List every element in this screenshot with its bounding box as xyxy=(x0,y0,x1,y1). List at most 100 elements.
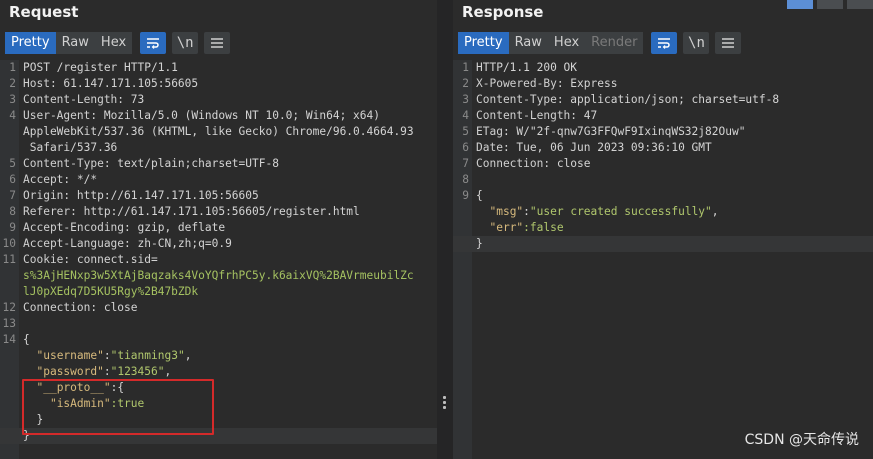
code-token: : 61.147.171.105:56605 xyxy=(49,77,199,90)
watermark: CSDN @天命传说 xyxy=(744,432,859,448)
line-number xyxy=(0,428,19,444)
code-token: Accept xyxy=(23,173,64,186)
code-line[interactable]: 8 xyxy=(453,172,873,188)
line-number xyxy=(0,348,19,364)
code-line[interactable]: AppleWebKit/537.36 (KHTML, like Gecko) C… xyxy=(0,124,437,140)
code-line[interactable]: 13 xyxy=(0,316,437,332)
line-number xyxy=(0,364,19,380)
code-line[interactable]: 3 Content-Length: 73 xyxy=(0,92,437,108)
code-token: : W/"2f-qnw7G3FFQwF9IxinqWS32j82Ouw" xyxy=(502,125,746,138)
response-title: Response xyxy=(462,3,544,21)
code-token: , xyxy=(184,349,192,362)
line-number: 4 xyxy=(9,109,16,122)
code-token: { xyxy=(23,333,30,346)
code-token: , xyxy=(164,365,172,378)
request-tab-raw[interactable]: Raw xyxy=(55,32,95,54)
code-token: "username" xyxy=(36,349,104,362)
line-number xyxy=(453,220,472,236)
code-line[interactable]: 4 Content-Length: 47 xyxy=(453,108,873,124)
line-content: ETag: W/"2f-qnw7G3FFQwF9IxinqWS32j82Ouw" xyxy=(472,124,745,140)
line-number: 8 xyxy=(462,173,469,186)
code-token: POST /register HTTP/1.1 xyxy=(23,61,178,74)
code-line[interactable]: 3 Content-Type: application/json; charset… xyxy=(453,92,873,108)
line-content: Safari/537.36 xyxy=(19,140,118,156)
code-line[interactable]: 6 Accept: */* xyxy=(0,172,437,188)
code-token: } xyxy=(476,237,483,250)
code-token: : xyxy=(63,253,77,266)
code-line[interactable]: "err":false xyxy=(453,220,873,236)
code-line[interactable]: 1 HTTP/1.1 200 OK xyxy=(453,60,873,76)
line-number xyxy=(453,236,472,252)
code-line[interactable]: 2 Host: 61.147.171.105:56605 xyxy=(0,76,437,92)
code-line[interactable]: "password":"123456", xyxy=(0,364,437,380)
code-line[interactable]: 5 ETag: W/"2f-qnw7G3FFQwF9IxinqWS32j82Ouw… xyxy=(453,124,873,140)
response-tab-hex[interactable]: Hex xyxy=(547,32,586,54)
line-content: Content-Type: text/plain;charset=UTF-8 xyxy=(19,156,279,172)
code-line[interactable]: 5 Content-Type: text/plain;charset=UTF-8 xyxy=(0,156,437,172)
code-line[interactable]: 9{ xyxy=(453,188,873,204)
line-content: Content-Length: 73 xyxy=(19,92,144,108)
newline-icon[interactable]: \n xyxy=(172,32,199,54)
line-content: { xyxy=(19,332,30,348)
response-editor[interactable]: 1 HTTP/1.1 200 OK 2 X-Powered-By: Express 3 C… xyxy=(453,60,873,459)
wrap-lines-icon[interactable] xyxy=(651,32,678,54)
layout-single-icon[interactable] xyxy=(847,0,873,9)
request-tab-hex[interactable]: Hex xyxy=(94,32,133,54)
code-line[interactable]: s%3AjHENxp3w5XtAjBaqzaks4VoYQfrhPC5y.k6a… xyxy=(0,268,437,284)
code-line[interactable]: 1 POST /register HTTP/1.1 xyxy=(0,60,437,76)
code-line[interactable]: 12 Connection: close xyxy=(0,300,437,316)
newline-icon[interactable]: \n xyxy=(683,32,710,54)
response-toolbar: Pretty Raw Hex Render \n xyxy=(458,32,747,54)
code-line[interactable]: Safari/537.36 xyxy=(0,140,437,156)
code-line[interactable]: lJ0pXEdq7D5KU5Rgy%2B47bZDk xyxy=(0,284,437,300)
code-line[interactable]: "username":"tianming3", xyxy=(0,348,437,364)
code-line[interactable]: 9 Accept-Encoding: gzip, deflate xyxy=(0,220,437,236)
request-tab-pretty[interactable]: Pretty xyxy=(5,32,56,54)
code-token: :false xyxy=(523,221,564,234)
menu-icon[interactable] xyxy=(715,32,742,54)
response-tab-raw[interactable]: Raw xyxy=(508,32,548,54)
code-token: "user created successfully" xyxy=(529,205,712,218)
code-token: Safari/537.36 xyxy=(23,141,118,154)
layout-split-icon[interactable] xyxy=(787,0,813,9)
response-tab-pretty[interactable]: Pretty xyxy=(458,32,509,54)
code-token: Connection xyxy=(23,301,91,314)
line-number: 8 xyxy=(9,205,16,218)
code-line[interactable]: 11 Cookie: connect.sid= xyxy=(0,252,437,268)
line-number: 6 xyxy=(462,141,469,154)
line-content: User-Agent: Mozilla/5.0 (Windows NT 10.0… xyxy=(19,108,380,124)
code-line[interactable]: 14 { xyxy=(0,332,437,348)
response-tab-render[interactable]: Render xyxy=(585,32,644,54)
line-content: { xyxy=(472,188,483,204)
code-line[interactable]: 4 User-Agent: Mozilla/5.0 (Windows NT 10.… xyxy=(0,108,437,124)
layout-horizontal-icon[interactable] xyxy=(817,0,843,9)
code-line[interactable]: 6 Date: Tue, 06 Jun 2023 09:36:10 GMT xyxy=(453,140,873,156)
code-line[interactable]: } xyxy=(453,236,873,252)
line-content xyxy=(19,316,23,332)
code-line[interactable]: 7 Connection: close xyxy=(453,156,873,172)
code-token: AppleWebKit/537.36 (KHTML, like Gecko) C… xyxy=(23,125,414,138)
code-token: : */* xyxy=(63,173,98,186)
line-number: 3 xyxy=(9,93,16,106)
line-number: 7 xyxy=(9,189,16,202)
code-token: Date xyxy=(476,141,503,154)
line-number xyxy=(0,380,19,396)
code-token: : close xyxy=(90,301,138,314)
code-token: "123456" xyxy=(110,365,165,378)
code-line[interactable]: 7 Origin: http://61.147.171.105:56605 xyxy=(0,188,437,204)
line-content: Content-Length: 47 xyxy=(472,108,597,124)
code-line[interactable]: "msg":"user created successfully", xyxy=(453,204,873,220)
line-number: 10 xyxy=(2,237,16,250)
menu-icon[interactable] xyxy=(204,32,231,54)
code-token: Origin xyxy=(23,189,64,202)
line-number: 13 xyxy=(2,317,16,330)
code-token: : text/plain;charset=UTF-8 xyxy=(103,157,279,170)
code-line[interactable]: 10 Accept-Language: zh-CN,zh;q=0.9 xyxy=(0,236,437,252)
panel-divider[interactable] xyxy=(437,0,453,459)
drag-handle-icon[interactable] xyxy=(443,396,447,411)
line-content: } xyxy=(472,236,483,252)
wrap-lines-icon[interactable] xyxy=(140,32,167,54)
highlight-box xyxy=(22,379,214,435)
code-line[interactable]: 8 Referer: http://61.147.171.105:56605/re… xyxy=(0,204,437,220)
code-line[interactable]: 2 X-Powered-By: Express xyxy=(453,76,873,92)
